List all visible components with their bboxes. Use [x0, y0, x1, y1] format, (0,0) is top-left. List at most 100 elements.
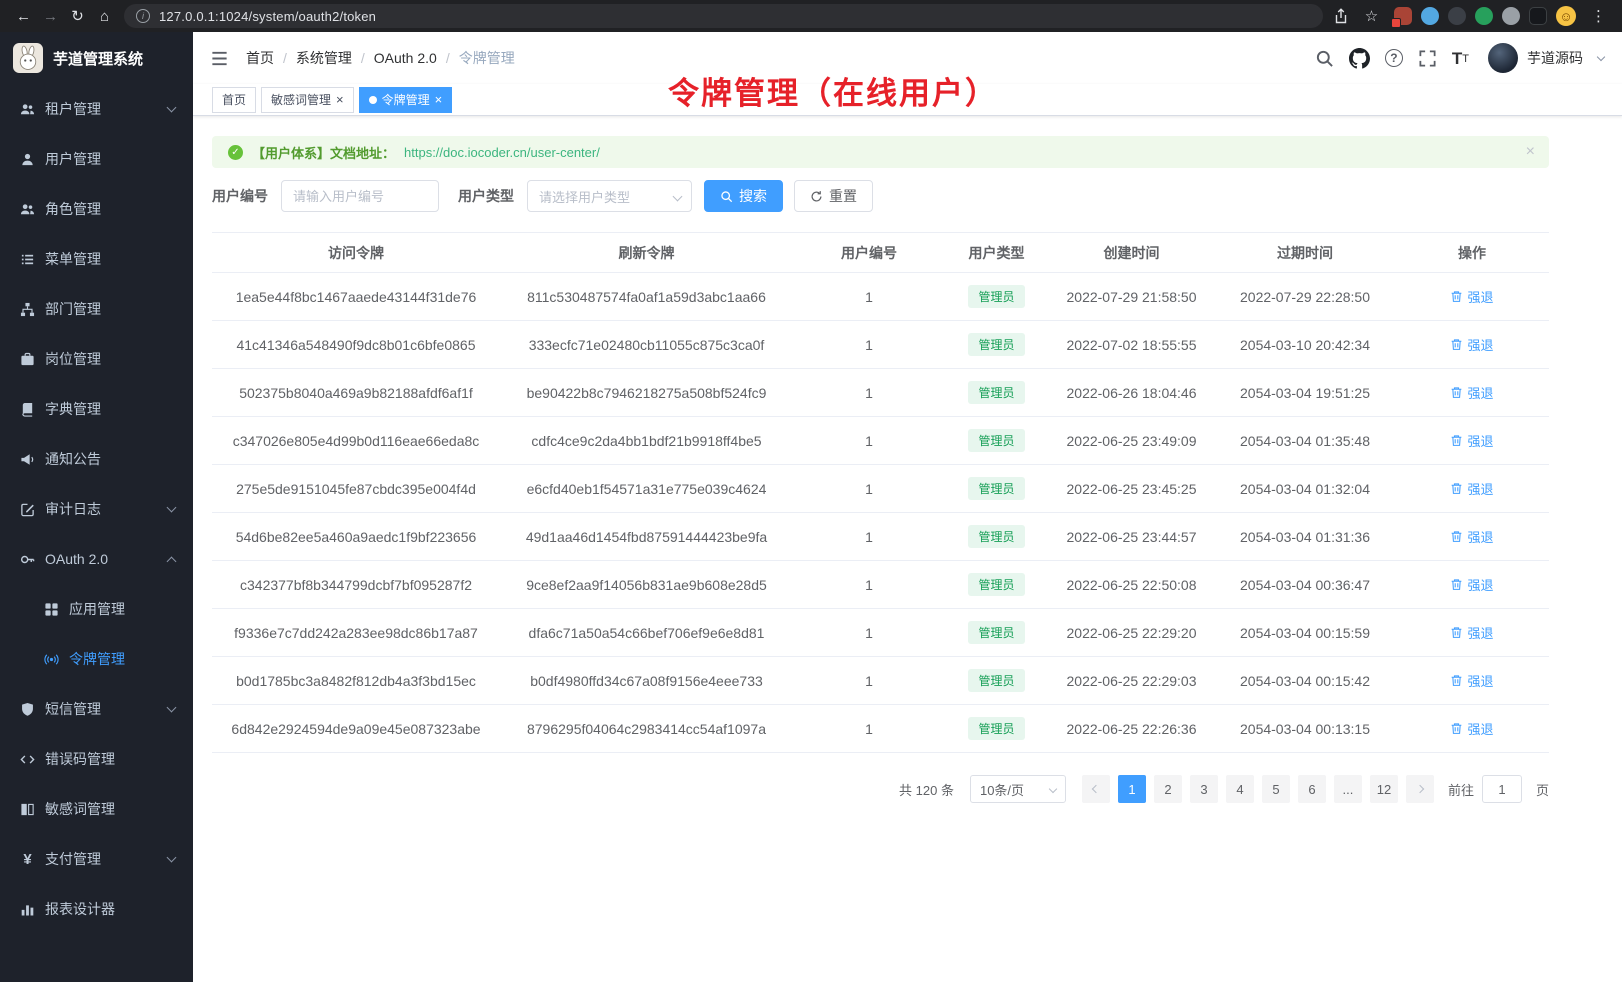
alert-close-icon[interactable]: × [1526, 143, 1535, 161]
expire-time-cell: 2054-03-04 00:15:42 [1215, 657, 1395, 705]
force-logout-button[interactable]: 强退 [1450, 623, 1493, 642]
user-id-cell: 1 [793, 513, 945, 561]
access-token-cell: 41c41346a548490f9dc8b01c6bfe0865 [212, 321, 500, 369]
sidebar-item-audit-log[interactable]: 审计日志 [0, 484, 193, 534]
github-icon[interactable] [1349, 48, 1370, 69]
sidebar-item-department[interactable]: 部门管理 [0, 284, 193, 334]
sidebar-item-app-manage[interactable]: 应用管理 [0, 584, 193, 634]
bookmark-star-icon[interactable]: ☆ [1358, 3, 1385, 29]
user-id-input[interactable] [281, 180, 439, 212]
access-token-cell: c342377bf8b344799dcbf7bf095287f2 [212, 561, 500, 609]
sidebar-item-report-designer[interactable]: 报表设计器 [0, 884, 193, 934]
app-logo[interactable]: 芋道管理系统 [0, 32, 193, 84]
force-logout-button[interactable]: 强退 [1450, 719, 1493, 738]
tab-home[interactable]: 首页 [212, 87, 256, 113]
page-button-4[interactable]: 4 [1226, 775, 1254, 803]
browser-back-icon[interactable]: ← [10, 3, 37, 29]
prev-page-button[interactable] [1082, 775, 1110, 803]
extension-icon-5[interactable] [1502, 7, 1520, 25]
browser-home-icon[interactable]: ⌂ [91, 3, 118, 29]
access-token-cell: 54d6be82ee5a460a9aedc1f9bf223656 [212, 513, 500, 561]
sidebar-item-sensitive-words[interactable]: 敏感词管理 [0, 784, 193, 834]
goto-page-input[interactable] [1482, 775, 1522, 803]
action-cell: 强退 [1395, 657, 1549, 705]
sidebar-item-token-manage[interactable]: 令牌管理 [0, 634, 193, 684]
tab-close-icon[interactable]: × [336, 93, 344, 106]
page-size-select[interactable]: 10条/页 [970, 775, 1066, 803]
extension-icon-4[interactable] [1475, 7, 1493, 25]
sidebar-item-dictionary[interactable]: 字典管理 [0, 384, 193, 434]
sidebar-item-oauth[interactable]: OAuth 2.0 [0, 534, 193, 584]
search-button[interactable]: 搜索 [704, 180, 783, 212]
chevron-left-icon [1092, 785, 1100, 793]
extension-icon-1[interactable] [1394, 7, 1412, 25]
tab-close-icon[interactable]: × [435, 93, 443, 106]
browser-forward-icon[interactable]: → [37, 3, 64, 29]
site-info-icon[interactable]: i [136, 9, 150, 23]
alert-label: 【用户体系】文档地址： [252, 143, 395, 162]
doc-link[interactable]: https://doc.iocoder.cn/user-center/ [404, 145, 600, 160]
force-logout-button[interactable]: 强退 [1450, 431, 1493, 450]
user-type-tag: 管理员 [968, 285, 1024, 308]
sidebar-item-user[interactable]: 用户管理 [0, 134, 193, 184]
page-button-12[interactable]: 12 [1370, 775, 1398, 803]
breadcrumb-home[interactable]: 首页 [246, 48, 274, 68]
tab-sensitive-words[interactable]: 敏感词管理 × [261, 87, 354, 113]
sidebar-item-payment[interactable]: ¥ 支付管理 [0, 834, 193, 884]
page-ellipsis[interactable]: ... [1334, 775, 1362, 803]
page-button-3[interactable]: 3 [1190, 775, 1218, 803]
browser-profile-avatar[interactable]: ☺ [1556, 6, 1576, 26]
force-logout-button[interactable]: 强退 [1450, 671, 1493, 690]
column-header: 过期时间 [1215, 233, 1395, 273]
sidebar-toggle-icon[interactable] [210, 49, 229, 68]
sidebar-item-sms[interactable]: 短信管理 [0, 684, 193, 734]
sidebar-item-tenant[interactable]: 租户管理 [0, 84, 193, 134]
user-type-tag: 管理员 [968, 573, 1024, 596]
address-bar[interactable]: i 127.0.0.1:1024/system/oauth2/token [124, 4, 1323, 28]
fullscreen-icon[interactable] [1418, 49, 1437, 68]
force-logout-button[interactable]: 强退 [1450, 287, 1493, 306]
help-icon[interactable]: ? [1385, 49, 1403, 67]
next-page-button[interactable] [1406, 775, 1434, 803]
sidebar-item-error-code[interactable]: 错误码管理 [0, 734, 193, 784]
created-time-cell: 2022-07-29 21:58:50 [1048, 273, 1215, 321]
extension-icon-6[interactable] [1529, 7, 1547, 25]
extension-icon-2[interactable] [1421, 7, 1439, 25]
font-size-icon[interactable]: TT [1452, 50, 1469, 67]
share-icon[interactable] [1333, 8, 1349, 24]
force-logout-button[interactable]: 强退 [1450, 479, 1493, 498]
sidebar-item-label: 租户管理 [45, 99, 101, 119]
sidebar-item-label: 审计日志 [45, 499, 101, 519]
page-button-6[interactable]: 6 [1298, 775, 1326, 803]
browser-menu-icon[interactable]: ⋮ [1585, 3, 1612, 29]
force-logout-button[interactable]: 强退 [1450, 575, 1493, 594]
page-button-5[interactable]: 5 [1262, 775, 1290, 803]
browser-chrome: ← → ↻ ⌂ i 127.0.0.1:1024/system/oauth2/t… [0, 0, 1622, 32]
extension-icon-3[interactable] [1448, 7, 1466, 25]
user-type-tag: 管理员 [968, 669, 1024, 692]
user-name[interactable]: 芋道源码 [1527, 48, 1583, 68]
page-button-2[interactable]: 2 [1154, 775, 1182, 803]
created-time-cell: 2022-06-25 23:44:57 [1048, 513, 1215, 561]
goto-label: 前往 [1448, 780, 1474, 799]
sidebar-item-menu[interactable]: 菜单管理 [0, 234, 193, 284]
force-logout-button[interactable]: 强退 [1450, 527, 1493, 546]
sidebar-item-role[interactable]: 角色管理 [0, 184, 193, 234]
total-count: 共 120 条 [899, 780, 954, 799]
breadcrumb: 首页 / 系统管理 / OAuth 2.0 / 令牌管理 [246, 48, 515, 68]
user-avatar[interactable] [1488, 43, 1518, 73]
tab-token-manage[interactable]: 令牌管理 × [359, 87, 453, 113]
sidebar-item-label: 字典管理 [45, 399, 101, 419]
breadcrumb-system[interactable]: 系统管理 [296, 48, 352, 68]
force-logout-button[interactable]: 强退 [1450, 383, 1493, 402]
browser-reload-icon[interactable]: ↻ [64, 3, 91, 29]
force-logout-button[interactable]: 强退 [1450, 335, 1493, 354]
breadcrumb-oauth[interactable]: OAuth 2.0 [374, 50, 437, 66]
user-type-cell: 管理员 [945, 657, 1048, 705]
page-button-1[interactable]: 1 [1118, 775, 1146, 803]
user-type-select[interactable]: 请选择用户类型 [527, 180, 692, 212]
sidebar-item-announcement[interactable]: 通知公告 [0, 434, 193, 484]
sidebar-item-post[interactable]: 岗位管理 [0, 334, 193, 384]
search-icon[interactable] [1315, 49, 1334, 68]
reset-button[interactable]: 重置 [794, 180, 873, 212]
